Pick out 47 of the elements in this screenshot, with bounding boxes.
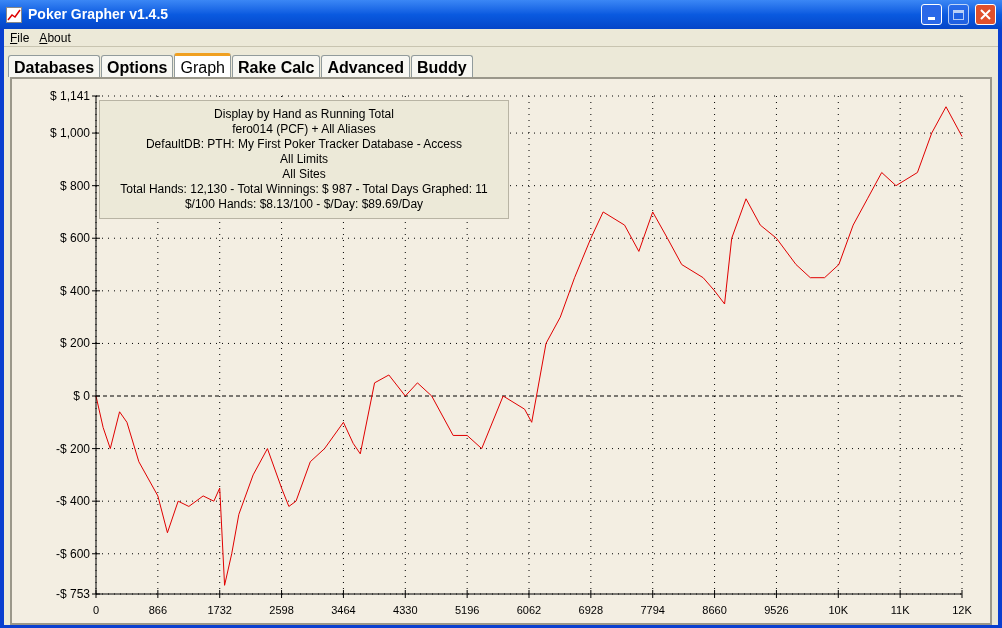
x-tick-label: 5196 — [454, 604, 480, 616]
x-tick-label: 0 — [92, 604, 100, 616]
info-text: Display by Hand as Running Total — [214, 107, 394, 122]
minimize-button[interactable] — [921, 4, 942, 25]
x-tick-label: 1732 — [207, 604, 232, 616]
tab[interactable]: Rake Calc — [231, 55, 321, 77]
y-tick-label: $ 1,141 — [49, 89, 90, 103]
x-tick-label: 6062 — [516, 604, 542, 616]
info-text: All Sites — [282, 167, 326, 182]
y-tick-label: $ 600 — [59, 231, 90, 246]
x-tick-label: 10K — [828, 604, 849, 616]
tab[interactable]: Graph — [174, 53, 231, 77]
info-text: fero014 (PCF) + All Aliases — [232, 122, 376, 137]
y-tick-label: $ 400 — [59, 283, 90, 298]
close-button[interactable] — [975, 4, 996, 25]
menu-item[interactable]: File — [6, 28, 34, 47]
x-tick-label: 2598 — [269, 604, 294, 616]
x-tick-label: 12K — [952, 604, 972, 616]
maximize-button[interactable] — [948, 4, 969, 25]
x-tick-label: 7794 — [640, 604, 665, 616]
tab[interactable]: Advanced — [321, 55, 410, 77]
x-tick-label: 4330 — [393, 604, 418, 616]
info-text: Total Hands: 12,130 - Total Winnings: $ 987 - Total Days Graphed: 11 — [120, 182, 488, 197]
y-tick-label: -$ 600 — [55, 546, 90, 561]
graph-icon — [6, 6, 22, 23]
y-tick-label: $ 200 — [59, 336, 90, 351]
y-tick-label: $ 1,000 — [49, 126, 90, 141]
x-tick-label: 866 — [148, 604, 168, 616]
y-tick-label: -$ 400 — [55, 494, 90, 509]
y-tick-label: $ 0 — [73, 389, 90, 403]
x-tick-label: 6928 — [578, 604, 604, 616]
x-tick-label: 9526 — [764, 604, 789, 616]
x-tick-label: 3464 — [331, 604, 356, 616]
info-text: All Limits — [280, 152, 328, 167]
y-tick-label: -$ 753 — [55, 587, 90, 601]
close-icon — [980, 9, 991, 20]
x-tick-label: 11K — [890, 604, 910, 616]
tab[interactable]: Buddy — [410, 55, 473, 77]
y-tick-label: -$ 200 — [55, 441, 90, 456]
tab[interactable]: Databases — [8, 55, 101, 77]
menu-item[interactable]: About — [35, 28, 75, 47]
window-title: Poker Grapher v1.4.5 — [28, 5, 170, 24]
info-text: DefaultDB: PTH: My First Poker Tracker Database - Access — [145, 137, 463, 152]
tab[interactable]: Options — [101, 55, 174, 77]
y-tick-label: $ 800 — [59, 178, 90, 193]
x-tick-label: 8660 — [702, 604, 727, 616]
info-text: $/100 Hands: $8.13/100 - $/Day: $89.69/Day — [184, 197, 424, 212]
